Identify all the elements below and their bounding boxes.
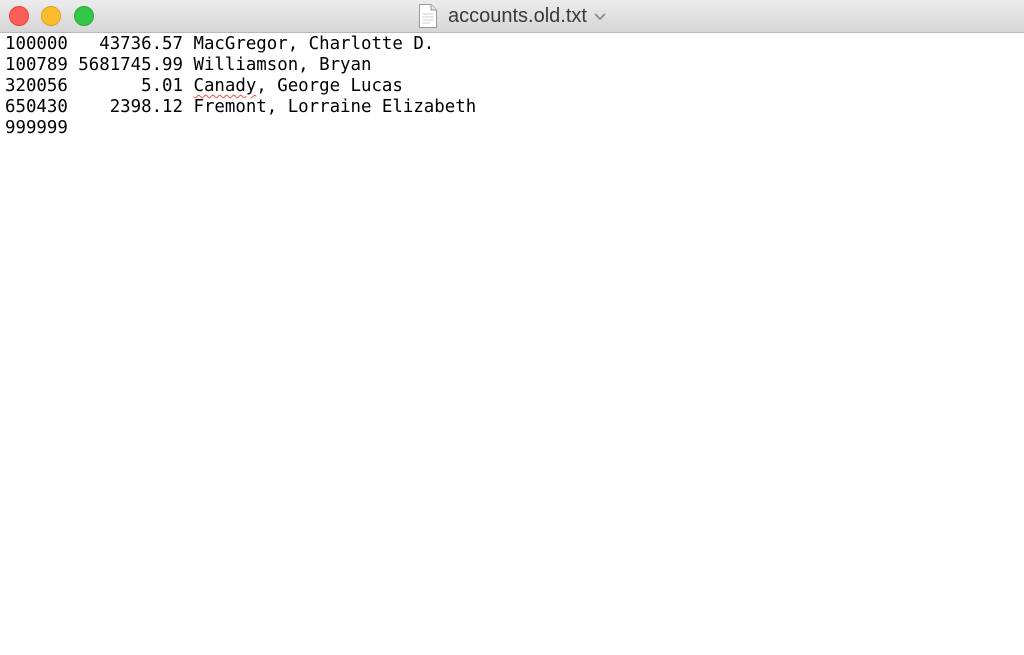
account-name: Fremont, Lorraine Elizabeth — [193, 97, 477, 117]
window-title-group[interactable]: accounts.old.txt — [418, 3, 606, 29]
text-line[interactable]: 650430 2398.12 Fremont, Lorraine Elizabe… — [5, 97, 1024, 118]
misspelled-word[interactable]: Canady — [193, 76, 256, 96]
account-number: 100000 — [5, 34, 68, 54]
document-icon — [419, 4, 437, 28]
minimize-button[interactable] — [41, 6, 61, 26]
window-title: accounts.old.txt — [448, 5, 587, 27]
close-button[interactable] — [9, 6, 29, 26]
chevron-down-icon[interactable] — [594, 13, 606, 21]
balance-value: 2398.12 — [67, 97, 194, 117]
balance-value: 5.01 — [67, 76, 194, 96]
text-editor-window: accounts.old.txt 100000 43736.57 MacGreg… — [0, 0, 1024, 655]
balance-value: 5681745.99 — [67, 55, 194, 75]
account-name: Williamson, Bryan — [193, 55, 372, 75]
account-number: 650430 — [5, 97, 68, 117]
account-number: 320056 — [5, 76, 68, 96]
balance-value: 43736.57 — [67, 34, 194, 54]
text-line[interactable]: 999999 — [5, 118, 1024, 139]
text-line[interactable]: 100789 5681745.99 Williamson, Bryan — [5, 55, 1024, 76]
title-bar[interactable]: accounts.old.txt — [0, 0, 1024, 33]
account-name: MacGregor, Charlotte D. — [193, 34, 435, 54]
zoom-button[interactable] — [74, 6, 94, 26]
account-number: 999999 — [5, 118, 68, 138]
account-number: 100789 — [5, 55, 68, 75]
text-line[interactable]: 100000 43736.57 MacGregor, Charlotte D. — [5, 34, 1024, 55]
account-name: , George Lucas — [256, 76, 403, 96]
text-line[interactable]: 320056 5.01 Canady, George Lucas — [5, 76, 1024, 97]
text-content-area[interactable]: 100000 43736.57 MacGregor, Charlotte D. 1… — [5, 34, 1024, 655]
